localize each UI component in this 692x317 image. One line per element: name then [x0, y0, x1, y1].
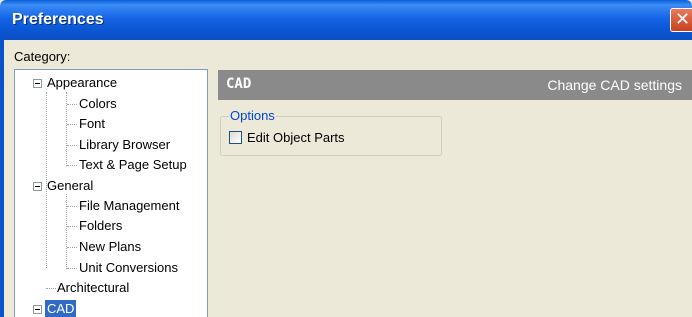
preferences-window: Preferences ✕ Category: Appearance Color…	[0, 0, 692, 317]
title-bar[interactable]: Preferences ✕	[0, 0, 692, 40]
tree-line	[67, 247, 77, 248]
tree-item-library-browser[interactable]: Library Browser	[77, 135, 172, 155]
tree-item-architectural[interactable]: Architectural	[55, 278, 131, 298]
tree-item-cad[interactable]: CAD	[45, 299, 77, 317]
panel-header: CAD Change CAD settings	[218, 70, 692, 100]
edit-object-parts-label[interactable]: Edit Object Parts	[247, 130, 345, 145]
tree-item-new-plans[interactable]: New Plans	[77, 237, 143, 257]
collapse-icon[interactable]	[33, 79, 42, 88]
tree-line	[67, 104, 77, 105]
options-group-label: Options	[229, 108, 276, 123]
tree-item-file-management[interactable]: File Management	[77, 196, 181, 216]
close-button[interactable]: ✕	[670, 8, 692, 32]
edit-object-parts-checkbox[interactable]	[229, 131, 242, 144]
window-frame-left	[0, 40, 4, 317]
collapse-icon[interactable]	[33, 182, 42, 191]
tree-line	[67, 124, 77, 125]
tree-item-font[interactable]: Font	[77, 114, 107, 134]
category-tree[interactable]: Appearance Colors Font Library Browser T…	[14, 69, 208, 317]
category-label: Category:	[14, 49, 71, 64]
close-icon: ✕	[675, 9, 691, 30]
collapse-icon[interactable]	[33, 305, 42, 314]
tree-item-folders[interactable]: Folders	[77, 216, 124, 236]
tree-line	[67, 226, 77, 227]
tree-item-text-page-setup[interactable]: Text & Page Setup	[77, 155, 189, 175]
tree-item-appearance[interactable]: Appearance	[45, 73, 119, 93]
panel-title: CAD	[226, 76, 252, 92]
tree-item-general[interactable]: General	[45, 176, 95, 196]
tree-line	[67, 165, 77, 166]
tree-line	[67, 206, 77, 207]
tree-item-unit-conversions[interactable]: Unit Conversions	[77, 258, 180, 278]
tree-line	[67, 268, 77, 269]
tree-line	[67, 145, 77, 146]
window-title: Preferences	[12, 11, 104, 28]
tree-item-colors[interactable]: Colors	[77, 94, 119, 114]
panel-subtitle: Change CAD settings	[547, 77, 682, 93]
